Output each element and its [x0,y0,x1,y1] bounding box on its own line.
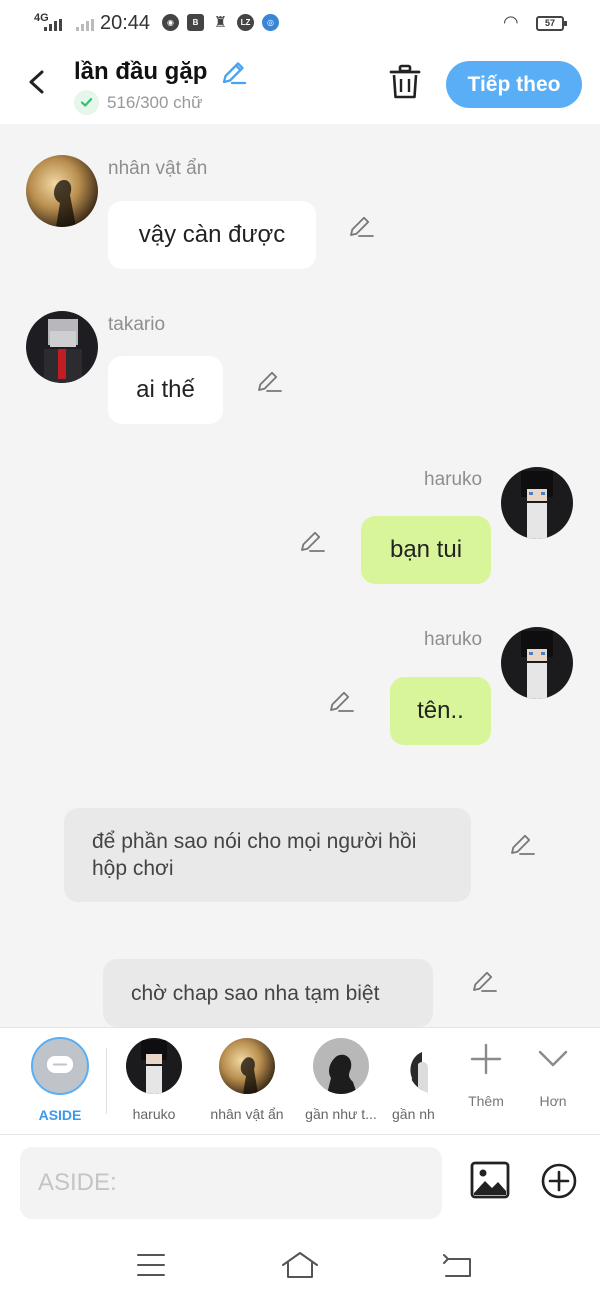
edit-message-pencil-icon[interactable] [469,967,499,997]
aside-message[interactable]: chờ chap sao nha tạm biệt [103,959,433,1027]
word-count: 516/300 chữ [74,90,203,115]
bao-moi-icon: B [187,14,204,31]
avatar-haruko[interactable] [501,627,573,699]
message-bubble[interactable]: tên.. [390,677,491,745]
aside-label: ASIDE [38,1107,82,1123]
globe-icon: ◉ [162,14,179,31]
system-nav-bar [0,1230,600,1300]
edit-message-pencil-icon[interactable] [346,212,376,242]
home-icon[interactable] [280,1250,320,1280]
message-input[interactable] [20,1147,442,1219]
edit-title-pencil-icon[interactable] [217,57,249,89]
character-gan-nhu[interactable]: gần như t... [298,1038,384,1122]
character-label: nhân vật ẩn [210,1106,284,1122]
speaker-name: takario [108,314,166,335]
aside-character-button[interactable]: ASIDE [29,1037,91,1123]
plus-icon [470,1043,502,1075]
divider [106,1048,107,1114]
trash-icon[interactable] [388,63,422,101]
character-gan-nh[interactable]: gần nh [392,1038,464,1122]
insert-image-icon[interactable] [470,1161,510,1199]
character-nhan-vat-an[interactable]: nhân vật ẩn [204,1038,290,1122]
composer [0,1135,600,1230]
word-count-text: 516/300 chữ [107,92,203,112]
character-selector: ASIDE haruko nhân vật ẩn gần như t... gầ… [0,1027,600,1135]
wifi-icon: ◠ [503,12,519,32]
back-button[interactable] [18,62,58,102]
character-haruko[interactable]: haruko [122,1038,186,1122]
character-label: haruko [132,1106,176,1122]
aside-avatar [31,1037,89,1095]
speaker-name: haruko [424,469,483,490]
message-bubble[interactable]: ai thế [108,356,223,424]
signal-icon [44,19,62,31]
back-nav-icon[interactable] [438,1250,478,1280]
radio-icon: ◎ [262,14,279,31]
more-characters-button[interactable]: Hơn [523,1042,583,1109]
message-bubble[interactable]: vậy càn được [108,201,316,269]
character-label: gần như t... [305,1106,377,1122]
message-bubble[interactable]: bạn tui [361,516,491,584]
avatar-takario[interactable] [26,311,98,383]
story-header: lần đầu gặp 516/300 chữ Tiếp theo [0,46,600,124]
avatar-nhan-vat-an[interactable] [26,155,98,227]
signal-2-icon [76,19,94,31]
speaker-name: nhân vật ẩn [108,158,208,179]
add-circle-icon[interactable] [540,1162,578,1200]
clock: 20:44 [100,12,151,34]
status-bar: 4G 20:44 ◉ B ♜ LZ ◎ ◠ 57 [0,0,600,46]
avatar-haruko[interactable] [501,467,573,539]
add-character-button[interactable]: Thêm [456,1042,516,1109]
check-icon [74,90,99,115]
character-avatar [219,1038,275,1094]
chevron-down-icon [538,1050,568,1067]
edit-message-pencil-icon[interactable] [326,687,356,717]
character-avatar [126,1038,182,1094]
character-label: gần nh [392,1106,435,1122]
laz-icon: LZ [237,14,254,31]
story-title: lần đầu gặp [74,58,208,85]
statue-icon: ♜ [213,14,228,31]
character-avatar [313,1038,369,1094]
add-label: Thêm [468,1093,504,1109]
edit-message-pencil-icon[interactable] [507,830,537,860]
aside-message[interactable]: để phần sao nói cho mọi người hồi hộp ch… [64,808,471,902]
chat-bubble-icon [47,1056,73,1073]
chat-area[interactable]: nhân vật ẩn vậy càn được takario ai thế … [0,124,600,1027]
next-button[interactable]: Tiếp theo [446,61,582,108]
battery-icon: 57 [536,16,567,31]
speaker-name: haruko [424,629,483,650]
edit-message-pencil-icon[interactable] [297,527,327,557]
more-label: Hơn [539,1093,567,1109]
edit-message-pencil-icon[interactable] [254,367,284,397]
menu-icon[interactable] [131,1250,171,1280]
